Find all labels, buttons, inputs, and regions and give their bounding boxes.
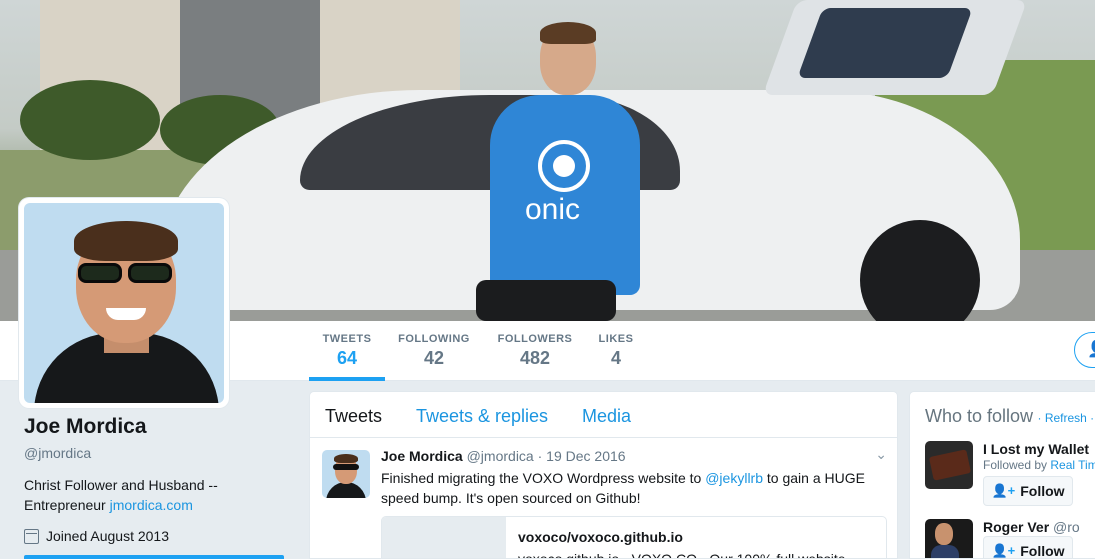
profile-bar — [24, 555, 284, 559]
followed-by-link[interactable]: Real Tim — [1050, 458, 1095, 472]
photo-person-shorts — [476, 280, 616, 321]
calendar-icon — [24, 528, 39, 544]
ionic-logo-dot — [553, 155, 575, 177]
tweet[interactable]: Joe Mordica @jmordica · 19 Dec 2016 ⌄ Fi… — [310, 438, 897, 559]
tweet-author-name[interactable]: Joe Mordica — [381, 448, 463, 464]
card-thumbnail — [382, 517, 506, 558]
timeline-tabs: Tweets Tweets & replies Media — [310, 392, 897, 438]
timeline: Tweets Tweets & replies Media Joe Mordic… — [309, 391, 898, 559]
follow-button[interactable]: 👤+ Follow — [983, 536, 1073, 559]
nav-following[interactable]: FOLLOWING 42 — [396, 321, 472, 381]
tab-tweets-replies[interactable]: Tweets & replies — [416, 406, 548, 427]
tweet-header: Joe Mordica @jmordica · 19 Dec 2016 — [381, 448, 626, 464]
follow-label: Follow — [1020, 543, 1065, 559]
wtf-title: Who to follow — [925, 406, 1034, 426]
user-avatar[interactable] — [925, 441, 973, 489]
card-title: voxoco/voxoco.github.io — [518, 529, 683, 545]
refresh-link[interactable]: · Refresh · V — [1038, 411, 1095, 425]
tweet-separator: · — [533, 448, 547, 464]
user-name[interactable]: Roger Ver @ro — [983, 519, 1080, 535]
tweet-author-handle[interactable]: @jmordica — [467, 448, 534, 464]
add-user-icon: 👤+ — [991, 543, 1016, 558]
nav-value: 482 — [519, 348, 551, 368]
tweet-mention[interactable]: @jekyllrb — [705, 470, 763, 486]
profile-bio: Christ Follower and Husband -- Entrepren… — [24, 475, 294, 515]
tweet-text-part: Finished migrating the VOXO Wordpress we… — [381, 470, 706, 486]
wtf-header: Who to follow · Refresh · V — [925, 406, 1095, 427]
chevron-down-icon[interactable]: ⌄ — [875, 446, 887, 463]
nav-value: 42 — [423, 348, 445, 368]
bio-link[interactable]: jmordica.com — [110, 497, 193, 513]
followed-by-text: Followed by — [983, 458, 1051, 472]
nav-likes[interactable]: LIKES 4 — [595, 321, 637, 381]
tab-tweets[interactable]: Tweets — [325, 406, 382, 427]
user-handle: @ro — [1053, 519, 1080, 535]
nav-label: FOLLOWERS — [497, 333, 573, 345]
nav-label: LIKES — [598, 333, 634, 345]
tweet-text: Finished migrating the VOXO Wordpress we… — [381, 468, 886, 508]
tweet-date[interactable]: 19 Dec 2016 — [546, 448, 625, 464]
nav-value: 64 — [336, 348, 358, 368]
link-card[interactable]: voxoco/voxoco.github.io voxoco.github.io… — [381, 516, 887, 559]
user-name-text: Roger Ver — [983, 519, 1050, 535]
card-description: voxoco.github.io - VOXO.CO - Our 100% fu… — [518, 551, 846, 559]
profile-handle[interactable]: @jmordica — [24, 445, 294, 461]
photo-person-hair — [540, 22, 596, 44]
joined-date: Joined August 2013 — [46, 528, 169, 544]
nav-label: TWEETS — [322, 333, 372, 345]
user-name-text: I Lost my Wallet — [983, 441, 1090, 457]
nav-tweets[interactable]: TWEETS 64 — [309, 321, 385, 381]
add-user-icon: 👤 — [1087, 339, 1095, 359]
nav-followers[interactable]: FOLLOWERS 482 — [495, 321, 575, 381]
profile-card: Joe Mordica @jmordica Christ Follower an… — [24, 415, 294, 544]
follow-button[interactable]: 👤+ Follow — [983, 476, 1073, 506]
followed-by: Followed by Real Tim — [983, 458, 1095, 472]
profile-joined: Joined August 2013 — [24, 528, 294, 544]
profile-avatar[interactable] — [19, 198, 229, 408]
who-to-follow: Who to follow · Refresh · V I Lost my Wa… — [909, 391, 1095, 559]
follow-label: Follow — [1020, 483, 1065, 499]
photo-car-door-window — [797, 8, 973, 78]
tab-media[interactable]: Media — [582, 406, 631, 427]
profile-name[interactable]: Joe Mordica — [24, 415, 294, 439]
avatar-image — [24, 203, 224, 403]
nav-value: 4 — [610, 348, 621, 368]
nav-label: FOLLOWING — [398, 333, 470, 345]
photo-bush — [20, 80, 160, 160]
user-name[interactable]: I Lost my Wallet — [983, 441, 1089, 457]
user-avatar[interactable] — [925, 519, 973, 558]
ionic-logo-text: onic — [525, 193, 581, 226]
add-user-icon: 👤+ — [991, 483, 1016, 498]
tweet-avatar[interactable] — [322, 450, 370, 498]
